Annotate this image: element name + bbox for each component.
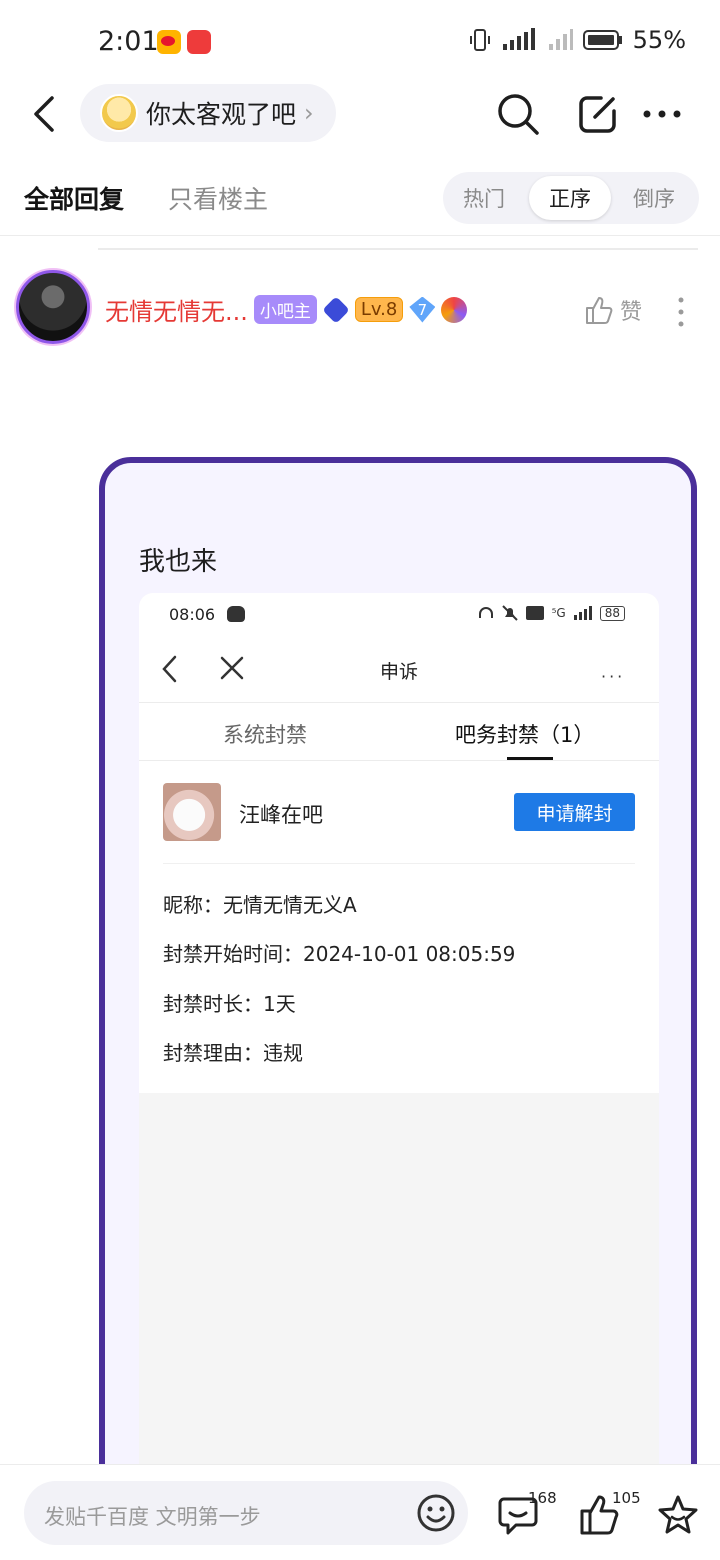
weibo-notification-icon xyxy=(157,30,181,54)
robot-icon xyxy=(227,606,245,622)
divider xyxy=(0,235,720,236)
reply-placeholder: 发贴千百度 文明第一步 xyxy=(44,1505,261,1529)
embedded-more-icon: ··· xyxy=(601,667,626,686)
like-label: 赞 xyxy=(620,300,643,325)
search-icon xyxy=(498,94,539,135)
embedded-title: 申诉 xyxy=(379,661,418,683)
embedded-status-indicators: ⁵G 88 xyxy=(478,605,625,621)
back-button[interactable] xyxy=(24,90,64,138)
embedded-screenshot[interactable]: 08:06 ⁵G 88 申诉 ··· 系统封禁 吧务封禁（1） 汪峰在吧 申请解… xyxy=(139,593,659,1560)
forum-avatar xyxy=(100,94,138,132)
emoji-icon[interactable] xyxy=(416,1493,456,1533)
more-icon xyxy=(643,110,681,118)
status-bar: 2:01 55% xyxy=(0,0,720,84)
tab-underline xyxy=(507,757,553,760)
battery-percent: 55% xyxy=(632,26,686,54)
tab-only-op[interactable]: 只看楼主 xyxy=(168,180,268,216)
sort-asc[interactable]: 正序 xyxy=(529,176,611,220)
bottom-bar: 发贴千百度 文明第一步 168 105 xyxy=(0,1464,720,1560)
embedded-status-bar: 08:06 ⁵G 88 xyxy=(139,593,659,637)
ban-nickname: 昵称：无情无情无义A xyxy=(163,893,357,917)
apply-unban-button: 申请解封 xyxy=(514,793,635,831)
user-avatar[interactable] xyxy=(16,270,90,344)
tab-all-replies[interactable]: 全部回复 xyxy=(24,180,124,216)
vibrate-icon xyxy=(469,29,490,51)
bar-name: 汪峰在吧 xyxy=(239,803,323,827)
mute-bell-icon xyxy=(501,605,518,621)
ban-start-time: 封禁开始时间：2024-10-01 08:05:59 xyxy=(163,942,516,966)
divider xyxy=(98,248,698,250)
hd-icon xyxy=(525,606,544,620)
post-more-button[interactable] xyxy=(666,294,696,330)
post-text: 我也来 xyxy=(139,547,218,577)
sort-segment: 热门 正序 倒序 xyxy=(443,172,699,224)
more-button[interactable] xyxy=(636,88,688,140)
embedded-time: 08:06 xyxy=(169,605,216,624)
search-button[interactable] xyxy=(492,88,544,140)
status-time: 2:01 xyxy=(98,26,159,57)
embedded-tabs: 系统封禁 吧务封禁（1） xyxy=(139,703,659,761)
reply-tabs: 全部回复 只看楼主 热门 正序 倒序 xyxy=(0,164,720,228)
tab-bar-ban: 吧务封禁（1） xyxy=(455,723,595,747)
like-button[interactable]: 赞 xyxy=(584,294,642,326)
headphone-icon xyxy=(478,607,493,618)
bar-avatar xyxy=(163,783,221,841)
embedded-signal-icon xyxy=(573,606,592,620)
edit-icon xyxy=(579,96,616,133)
tab-system-ban: 系统封禁 xyxy=(223,723,307,747)
vertical-more-icon xyxy=(678,297,684,327)
post-user-info: 无情无情无... 小吧主 Lv.8 7 xyxy=(105,292,468,327)
sort-desc[interactable]: 倒序 xyxy=(613,176,695,220)
signal-icon xyxy=(502,28,535,50)
ban-duration: 封禁时长：1天 xyxy=(163,992,296,1016)
crown-badge-icon xyxy=(322,295,350,324)
comment-count: 168 xyxy=(528,1489,557,1507)
edit-button[interactable] xyxy=(572,88,624,140)
forum-name: 你太客观了吧 xyxy=(146,100,297,129)
username[interactable]: 无情无情无... xyxy=(105,292,248,327)
sort-hot[interactable]: 热门 xyxy=(443,176,525,220)
chevron-right-icon: › xyxy=(304,99,314,127)
back-icon xyxy=(34,96,54,132)
huawei-notification-icon xyxy=(187,30,211,54)
battery-icon xyxy=(582,30,622,50)
header: 你太客观了吧 › xyxy=(0,84,720,144)
embedded-network: ⁵G xyxy=(551,606,566,620)
like-count: 105 xyxy=(612,1489,641,1507)
star-icon[interactable] xyxy=(656,1493,700,1537)
status-indicators: 55% xyxy=(469,26,686,54)
divider xyxy=(163,863,635,864)
planet-badge-icon xyxy=(441,296,468,323)
embedded-nav: 申诉 ··· xyxy=(139,637,659,703)
moderator-badge: 小吧主 xyxy=(253,295,317,324)
post-content-card: 我也来 08:06 ⁵G 88 申诉 ··· 系统封禁 吧务封禁（1） 汪峰在吧… xyxy=(99,457,697,1560)
forum-pill[interactable]: 你太客观了吧 › xyxy=(80,84,336,142)
ban-reason: 封禁理由：违规 xyxy=(163,1041,303,1065)
thumb-up-icon xyxy=(586,297,613,324)
level-badge: Lv.8 xyxy=(354,297,404,322)
gem-badge-icon: 7 xyxy=(409,296,436,323)
embedded-battery: 88 xyxy=(599,605,625,621)
signal-2-icon xyxy=(548,29,573,50)
embedded-page: 08:06 ⁵G 88 申诉 ··· 系统封禁 吧务封禁（1） 汪峰在吧 申请解… xyxy=(139,593,659,1093)
reply-input[interactable]: 发贴千百度 文明第一步 xyxy=(24,1481,468,1545)
